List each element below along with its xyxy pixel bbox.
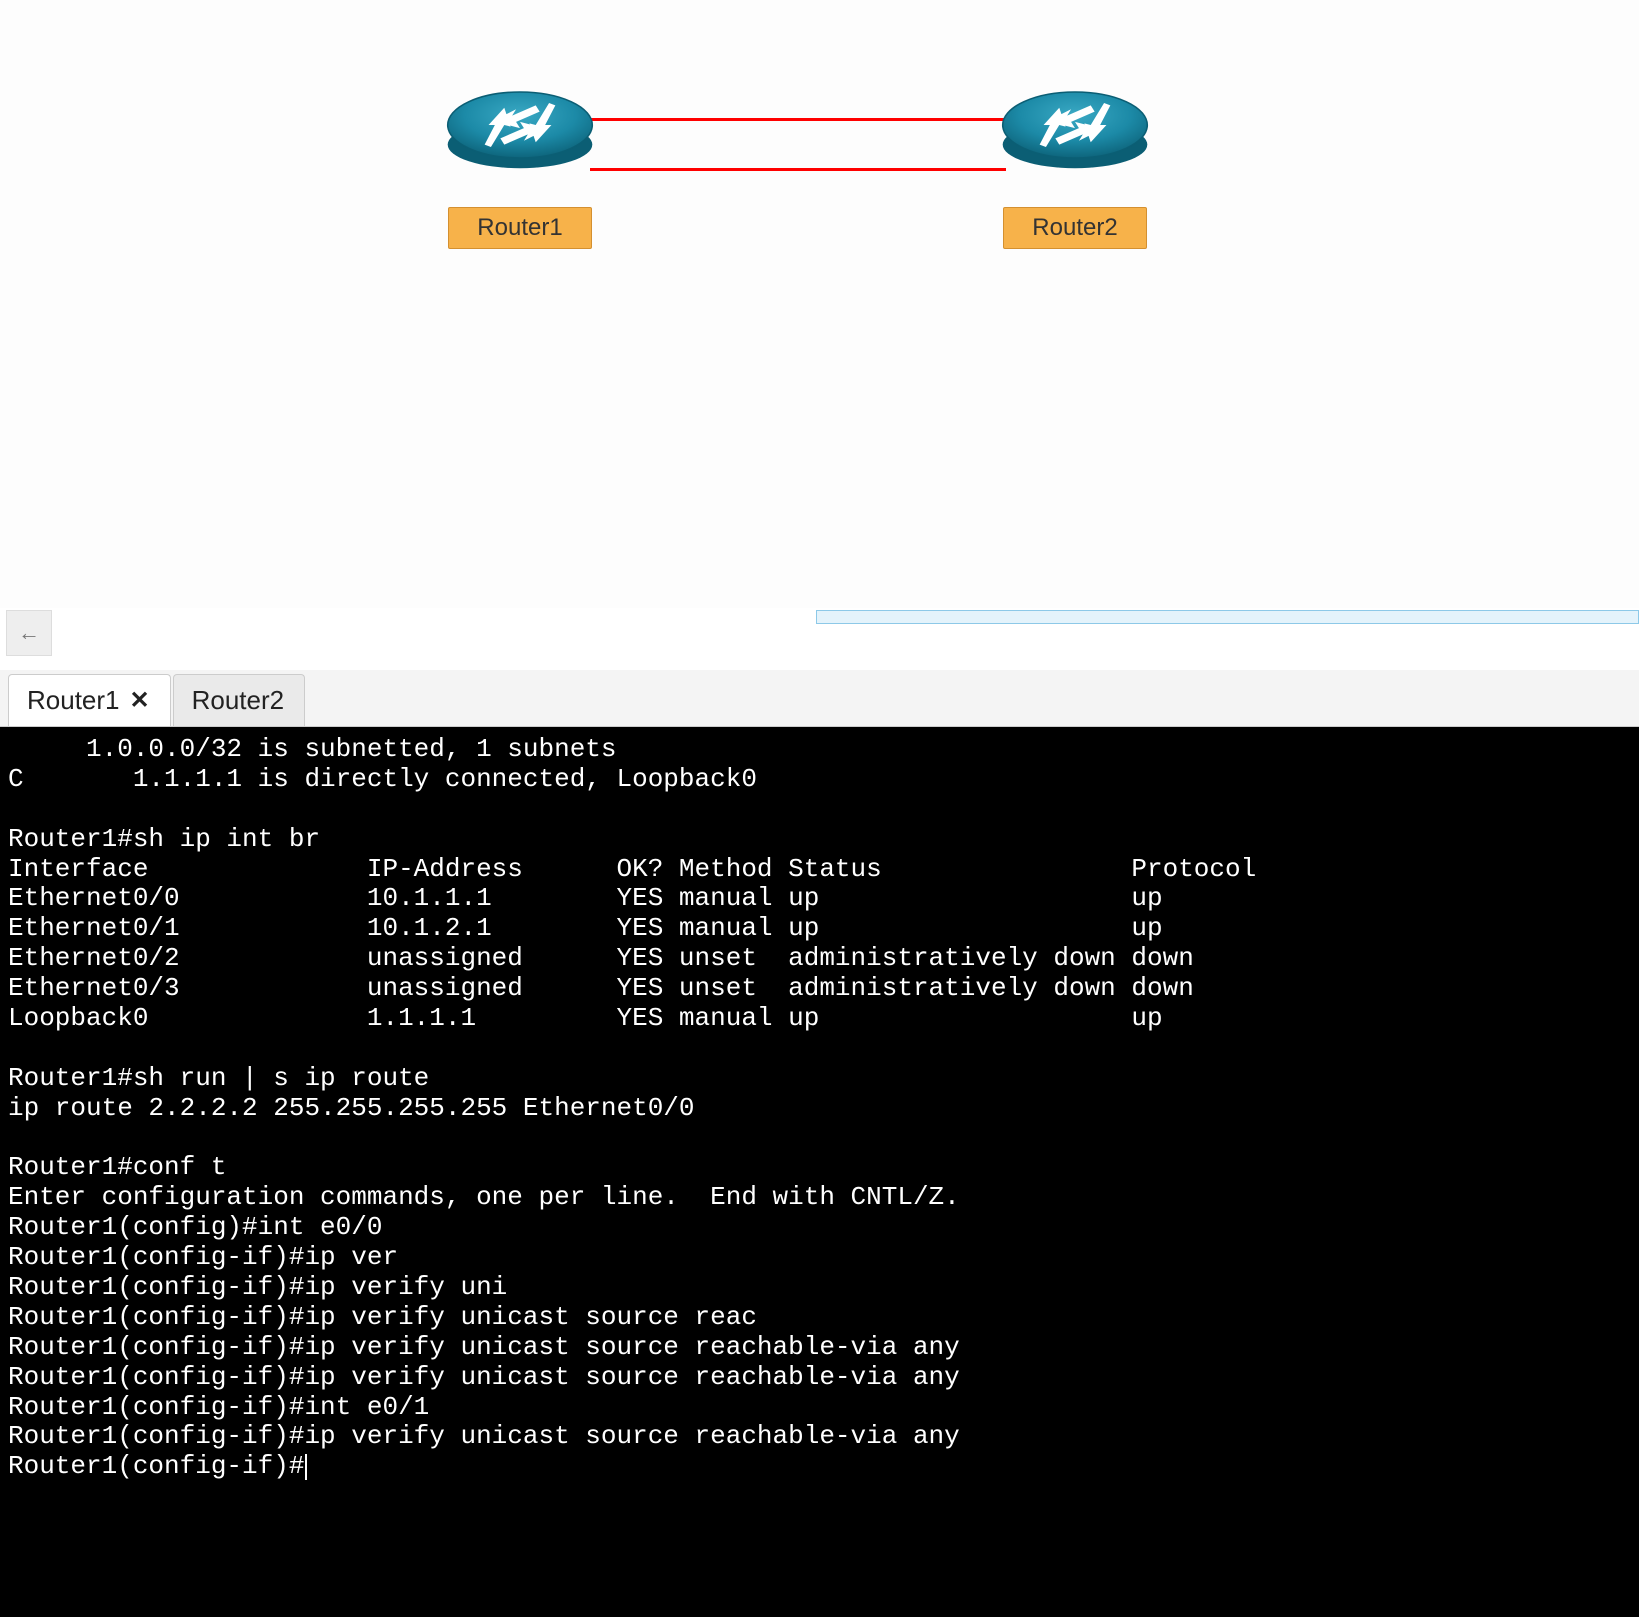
console-terminal[interactable]: 1.0.0.0/32 is subnetted, 1 subnets C 1.1… (0, 727, 1639, 1617)
tab-router1-close-icon[interactable]: ✕ (130, 686, 150, 715)
selection-divider (816, 610, 1639, 624)
back-arrow-icon: ← (18, 620, 40, 646)
tab-router1-label: Router1 (27, 685, 120, 716)
device-router2[interactable]: Router2 (985, 70, 1165, 249)
device-router1[interactable]: Router1 (430, 70, 610, 249)
tab-router2[interactable]: Router2 (173, 674, 306, 726)
terminal-output: 1.0.0.0/32 is subnetted, 1 subnets C 1.1… (8, 734, 1256, 1481)
device-router1-label: Router1 (448, 207, 591, 249)
link-r1-r2-bottom[interactable] (590, 168, 1006, 171)
tab-router1[interactable]: Router1 ✕ (8, 674, 171, 726)
link-r1-r2-top[interactable] (590, 118, 1006, 121)
topology-canvas[interactable]: Router1 (0, 0, 1639, 612)
router-icon (440, 70, 600, 180)
back-button[interactable]: ← (6, 610, 52, 656)
tab-router2-label: Router2 (192, 685, 285, 716)
terminal-cursor (305, 1454, 307, 1480)
router-icon (995, 70, 1155, 180)
console-tabbar: Router1 ✕ Router2 (0, 670, 1639, 727)
device-router2-label: Router2 (1003, 207, 1146, 249)
